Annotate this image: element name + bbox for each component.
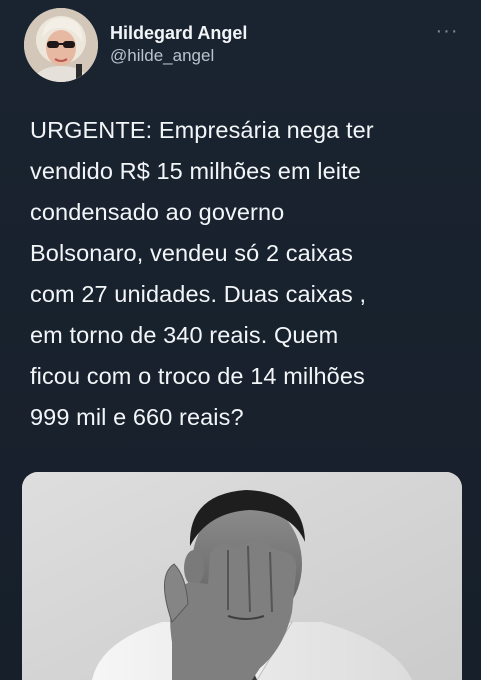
photo-of-man-covering-face — [22, 472, 462, 680]
tweet-text-line: condensado ao governo — [30, 199, 285, 225]
tweet-media-photo[interactable] — [22, 472, 462, 680]
tweet-text-line: vendido R$ 15 milhões em leite — [30, 158, 361, 184]
tweet-header: Hildegard Angel @hilde_angel ··· — [22, 6, 462, 86]
user-info: Hildegard Angel @hilde_angel — [110, 22, 410, 68]
tweet-text: URGENTE: Empresária nega ter vendido R$ … — [30, 110, 450, 438]
tweet-text-line: ficou com o troco de 14 milhões — [30, 363, 365, 389]
tweet-text-line: URGENTE: Empresária nega ter — [30, 117, 374, 143]
display-name[interactable]: Hildegard Angel — [110, 22, 410, 44]
avatar-image — [24, 8, 98, 82]
tweet-card: Hildegard Angel @hilde_angel ··· URGENTE… — [0, 0, 481, 680]
tweet-text-line: com 27 unidades. Duas caixas , — [30, 281, 367, 307]
tweet-text-line: 999 mil e 660 reais? — [30, 404, 244, 430]
user-handle[interactable]: @hilde_angel — [110, 44, 410, 68]
more-options-icon[interactable]: ··· — [432, 21, 462, 44]
tweet-text-line: Bolsonaro, vendeu só 2 caixas — [30, 240, 353, 266]
tweet-text-line: em torno de 340 reais. Quem — [30, 322, 339, 348]
avatar[interactable] — [24, 8, 98, 82]
